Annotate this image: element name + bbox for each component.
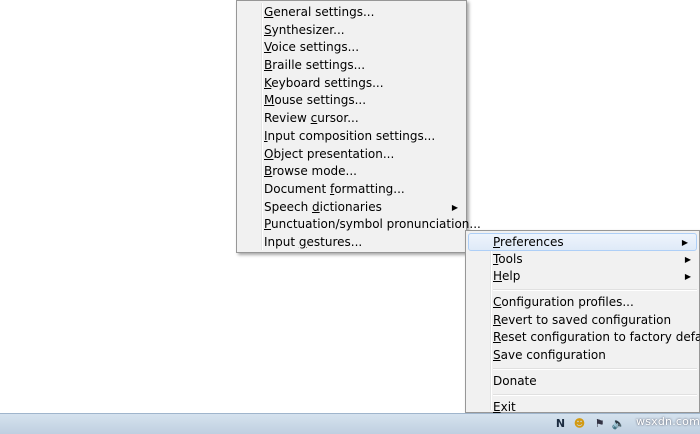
menu-item-preferences[interactable]: Preferences ▶ <box>468 233 697 251</box>
menu-separator <box>493 367 697 370</box>
smiley-tray-icon[interactable]: ☻ <box>572 416 587 431</box>
chevron-right-icon: ▶ <box>684 272 691 282</box>
menu-item-revert-to-saved-configuration[interactable]: Revert to saved configuration <box>466 312 699 330</box>
menu-item-save-configuration[interactable]: Save configuration <box>466 347 699 365</box>
chevron-right-icon: ▶ <box>681 238 688 247</box>
menu-item-review-cursor[interactable]: Review cursor... <box>237 110 466 128</box>
menu-item-object-presentation[interactable]: Object presentation... <box>237 146 466 164</box>
speaker-volume-icon[interactable]: 🔈 <box>611 416 626 431</box>
menu-item-speech-dictionaries[interactable]: Speech dictionaries ▶ <box>237 199 466 217</box>
menu-item-donate[interactable]: Donate <box>466 373 699 391</box>
menu-item-input-composition-settings[interactable]: Input composition settings... <box>237 128 466 146</box>
menu-item-configuration-profiles[interactable]: Configuration profiles... <box>466 294 699 312</box>
menu-item-help[interactable]: Help ▶ <box>466 268 699 286</box>
menu-item-voice-settings[interactable]: Voice settings... <box>237 39 466 57</box>
menu-item-synthesizer[interactable]: Synthesizer... <box>237 22 466 40</box>
menu-item-general-settings[interactable]: General settings... <box>237 4 466 22</box>
chevron-right-icon: ▶ <box>451 202 458 212</box>
nvda-tray-icon[interactable]: N <box>553 416 568 431</box>
menu-item-keyboard-settings[interactable]: Keyboard settings... <box>237 75 466 93</box>
menu-item-document-formatting[interactable]: Document formatting... <box>237 181 466 199</box>
menu-separator <box>493 289 697 292</box>
watermark-text: wsxdn.com <box>636 415 700 428</box>
nvda-main-menu: Preferences ▶ Tools ▶ Help ▶ Configuration … <box>465 230 700 414</box>
menu-item-mouse-settings[interactable]: Mouse settings... <box>237 92 466 110</box>
menu-item-punctuation-symbol-pronunciation[interactable]: Punctuation/symbol pronunciation... <box>237 216 481 234</box>
action-center-flag-icon[interactable]: ⚑ <box>592 416 607 431</box>
preferences-submenu: General settings... Synthesizer... Voice… <box>236 0 481 253</box>
menu-item-reset-configuration[interactable]: Reset configuration to factory defaults <box>466 329 700 347</box>
chevron-right-icon: ▶ <box>684 254 691 264</box>
menu-item-braille-settings[interactable]: Braille settings... <box>237 57 466 75</box>
taskbar: N ☻ ⚑ 🔈 <box>0 413 700 434</box>
menu-item-input-gestures[interactable]: Input gestures... <box>237 234 466 252</box>
menu-separator <box>493 393 697 396</box>
menu-item-browse-mode[interactable]: Browse mode... <box>237 163 466 181</box>
menu-item-tools[interactable]: Tools ▶ <box>466 251 699 269</box>
